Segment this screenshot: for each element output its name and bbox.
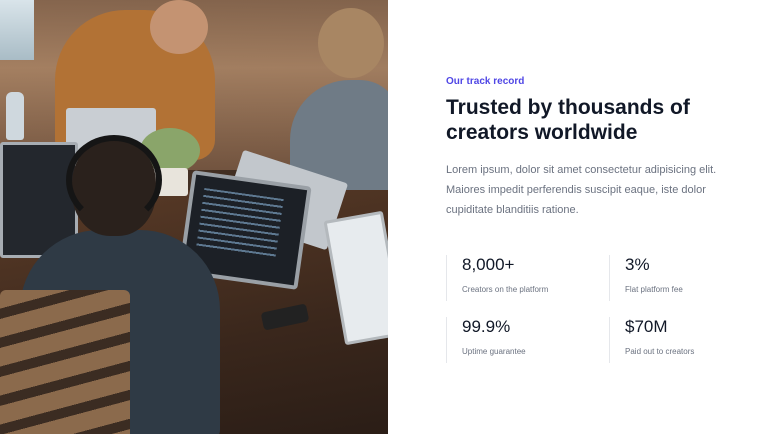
stat-label: Flat platform fee [625, 285, 683, 294]
photo-chair [0, 290, 130, 434]
section-description: Lorem ipsum, dolor sit amet consectetur … [446, 164, 717, 216]
stat-label: Paid out to creators [625, 347, 695, 356]
stat-uptime: 99.9% Uptime guarantee [446, 317, 596, 363]
stat-platform-fee: 3% Flat platform fee [609, 255, 759, 301]
stat-value: $70M [625, 317, 668, 336]
photo-headphones [66, 135, 162, 225]
photo-person-head [318, 8, 384, 78]
stat-value: 8,000+ [462, 255, 515, 274]
section-eyebrow: Our track record [446, 76, 525, 87]
stat-label: Uptime guarantee [462, 347, 526, 356]
track-record-section: Our track record Trusted by thousands of… [0, 0, 777, 434]
team-working-photo [0, 0, 388, 434]
stat-creators: 8,000+ Creators on the platform [446, 255, 596, 301]
photo-window [0, 0, 34, 60]
stat-value: 99.9% [462, 317, 511, 336]
stat-paid-out: $70M Paid out to creators [609, 317, 759, 363]
stat-value: 3% [625, 255, 650, 274]
photo-code-lines [196, 187, 284, 259]
stat-label: Creators on the platform [462, 285, 549, 294]
section-heading: Trusted by thousands of creators worldwi… [446, 96, 690, 144]
photo-person-head [150, 0, 208, 54]
photo-bottle [6, 92, 24, 140]
